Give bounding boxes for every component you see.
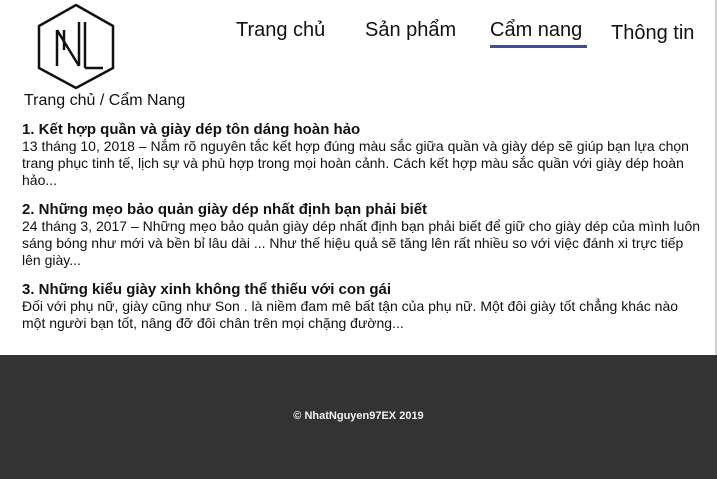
nav-item-home[interactable]: Trang chủ bbox=[236, 18, 325, 42]
footer: © NhatNguyen97EX 2019 bbox=[0, 355, 717, 479]
article-excerpt: Đối với phụ nữ, giày cũng như Son . là n… bbox=[22, 298, 679, 331]
article-excerpt: 24 tháng 3, 2017 – Những mẹo bảo quản gi… bbox=[22, 218, 701, 268]
nav-item-guide[interactable]: Cẩm nang bbox=[490, 18, 582, 42]
article-list: 1. Kết hợp quần và giày dép tôn dáng hoà… bbox=[22, 121, 702, 344]
article-title[interactable]: 3. Những kiểu giày xinh không thể thiếu … bbox=[22, 281, 702, 298]
article-item: 2. Những mẹo bảo quản giày dép nhất định… bbox=[22, 201, 702, 269]
nav-item-info[interactable]: Thông tin bbox=[611, 21, 694, 45]
logo-icon[interactable] bbox=[35, 2, 117, 90]
footer-copyright: © NhatNguyen97EX 2019 bbox=[293, 410, 424, 422]
article-title[interactable]: 2. Những mẹo bảo quản giày dép nhất định… bbox=[22, 201, 702, 218]
article-item: 1. Kết hợp quần và giày dép tôn dáng hoà… bbox=[22, 121, 702, 189]
nav-item-products[interactable]: Sản phẩm bbox=[365, 18, 456, 42]
page: Trang chủ / Cẩm Nang Trang chủ Sản phẩm … bbox=[0, 0, 717, 479]
article-title[interactable]: 1. Kết hợp quần và giày dép tôn dáng hoà… bbox=[22, 121, 702, 138]
article-item: 3. Những kiểu giày xinh không thể thiếu … bbox=[22, 281, 702, 332]
nav-active-indicator bbox=[490, 45, 587, 48]
article-excerpt: 13 tháng 10, 2018 – Nắm rõ nguyên tắc kế… bbox=[22, 138, 689, 188]
breadcrumb: Trang chủ / Cẩm Nang bbox=[24, 92, 186, 109]
